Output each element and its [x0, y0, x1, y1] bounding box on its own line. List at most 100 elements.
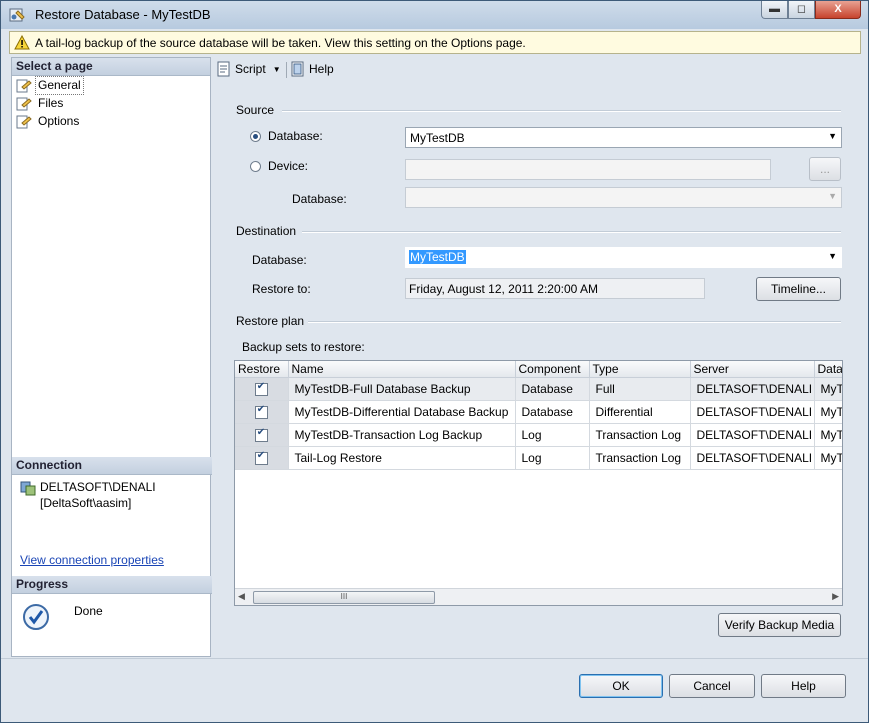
database-restore-icon [9, 8, 25, 22]
destination-group-label: Destination [236, 224, 297, 238]
scroll-right-icon[interactable]: ▶ [832, 591, 839, 602]
source-database-combo[interactable]: MyTestDB ▼ [405, 127, 842, 148]
page-files[interactable]: Files [16, 95, 65, 112]
restore-checkbox[interactable] [254, 427, 268, 443]
maximize-button[interactable]: ◻ [788, 1, 815, 19]
row-database: MyT [814, 446, 842, 470]
restore-checkbox[interactable] [254, 450, 268, 466]
column-header-name[interactable]: Name [288, 361, 516, 378]
row-name: MyTestDB-Differential Database Backup [288, 400, 516, 424]
toolbar-separator [286, 62, 287, 78]
ok-button[interactable]: OK [579, 674, 663, 698]
row-component: Database [515, 400, 590, 424]
warning-icon [14, 35, 30, 50]
source-device-label: Device: [268, 159, 309, 173]
row-component: Log [515, 423, 590, 447]
row-name: Tail-Log Restore [288, 446, 516, 470]
progress-status: Done [74, 604, 103, 618]
row-component: Database [515, 377, 590, 401]
horizontal-scrollbar[interactable]: ◀ III ▶ [235, 588, 842, 605]
row-type: Full [589, 377, 691, 401]
progress-header: Progress [12, 576, 214, 594]
table-row[interactable]: MyTestDB-Full Database Backup Database F… [235, 377, 842, 401]
row-type: Differential [589, 400, 691, 424]
cancel-button[interactable]: Cancel [669, 674, 755, 698]
row-server: DELTASOFT\DENALI [690, 400, 815, 424]
connection-server: DELTASOFT\DENALI [20, 480, 156, 496]
device-browse-button[interactable]: ... [809, 157, 841, 181]
restore-checkbox-cell [235, 423, 289, 447]
restore-checkbox-cell [235, 400, 289, 424]
chevron-down-icon: ▼ [828, 251, 837, 261]
title-bar[interactable]: Restore Database - MyTestDB ▬ ◻ X [1, 1, 868, 29]
scroll-left-icon[interactable]: ◀ [238, 591, 245, 602]
page-icon [16, 97, 32, 110]
script-button[interactable]: Script ▼ [216, 61, 281, 77]
page-general[interactable]: General [16, 76, 84, 95]
restore-plan-divider [308, 321, 841, 323]
column-header-database[interactable]: Datal [814, 361, 842, 378]
help-label: Help [309, 62, 334, 76]
source-device-input[interactable] [405, 159, 771, 180]
table-row[interactable]: MyTestDB-Transaction Log Backup Log Tran… [235, 423, 842, 447]
page-options[interactable]: Options [16, 113, 81, 130]
source-device-database-label: Database: [292, 192, 347, 206]
row-server: DELTASOFT\DENALI [690, 377, 815, 401]
verify-backup-media-button[interactable]: Verify Backup Media [718, 613, 841, 637]
right-pane: Script ▼ Help Source Database: MyTestDB … [212, 57, 859, 657]
row-name: MyTestDB-Full Database Backup [288, 377, 516, 401]
grid-header-row: Restore Name Component Type Server Datal [235, 361, 842, 378]
source-device-database-combo[interactable]: ▼ [405, 187, 842, 208]
destination-database-label: Database: [252, 253, 307, 267]
table-row[interactable]: MyTestDB-Differential Database Backup Da… [235, 400, 842, 424]
destination-divider [302, 231, 841, 233]
backup-sets-grid[interactable]: Restore Name Component Type Server Datal… [234, 360, 843, 606]
row-server: DELTASOFT\DENALI [690, 423, 815, 447]
table-row[interactable]: Tail-Log Restore Log Transaction Log DEL… [235, 446, 842, 470]
script-icon [217, 61, 230, 77]
row-name: MyTestDB-Transaction Log Backup [288, 423, 516, 447]
minimize-button[interactable]: ▬ [761, 1, 788, 19]
column-header-server[interactable]: Server [690, 361, 815, 378]
column-header-component[interactable]: Component [515, 361, 590, 378]
source-database-radio[interactable] [250, 131, 261, 142]
close-button[interactable]: X [815, 1, 861, 19]
restore-to-label: Restore to: [252, 282, 311, 296]
scroll-thumb[interactable]: III [253, 591, 435, 604]
source-device-radio[interactable] [250, 161, 261, 172]
server-icon [20, 481, 36, 496]
connection-header: Connection [12, 457, 214, 475]
backup-sets-table: Restore Name Component Type Server Datal… [235, 361, 842, 470]
row-type: Transaction Log [589, 446, 691, 470]
help-toolbar-button[interactable]: Help [290, 61, 334, 77]
column-header-restore[interactable]: Restore [235, 361, 289, 378]
window-title: Restore Database - MyTestDB [35, 7, 211, 22]
toolbar: Script ▼ Help [212, 57, 859, 81]
info-bar: A tail-log backup of the source database… [9, 31, 861, 54]
restore-checkbox-cell [235, 446, 289, 470]
row-server: DELTASOFT\DENALI [690, 446, 815, 470]
page-icon [16, 79, 32, 92]
source-database-value: MyTestDB [410, 131, 465, 145]
chevron-down-icon: ▼ [828, 191, 837, 201]
restore-checkbox[interactable] [254, 404, 268, 420]
timeline-button[interactable]: Timeline... [756, 277, 841, 301]
checkmark-icon [23, 604, 49, 630]
destination-database-value: MyTestDB [409, 250, 466, 264]
destination-database-combo[interactable]: MyTestDB ▼ [405, 247, 842, 268]
backup-sets-label: Backup sets to restore: [242, 340, 365, 354]
row-component: Log [515, 446, 590, 470]
help-button[interactable]: Help [761, 674, 846, 698]
help-icon [291, 61, 304, 77]
view-connection-properties-link[interactable]: View connection properties [20, 553, 164, 567]
restore-to-value: Friday, August 12, 2011 2:20:00 AM [409, 282, 599, 296]
column-header-type[interactable]: Type [589, 361, 691, 378]
left-pane: Select a page General Files Options Conn… [11, 57, 214, 657]
source-divider [282, 110, 841, 112]
source-database-label: Database: [268, 129, 323, 143]
restore-plan-group-label: Restore plan [236, 314, 305, 328]
restore-to-field: Friday, August 12, 2011 2:20:00 AM [405, 278, 705, 299]
info-message: A tail-log backup of the source database… [35, 36, 526, 50]
restore-checkbox[interactable] [254, 381, 268, 397]
row-database: MyT [814, 400, 842, 424]
